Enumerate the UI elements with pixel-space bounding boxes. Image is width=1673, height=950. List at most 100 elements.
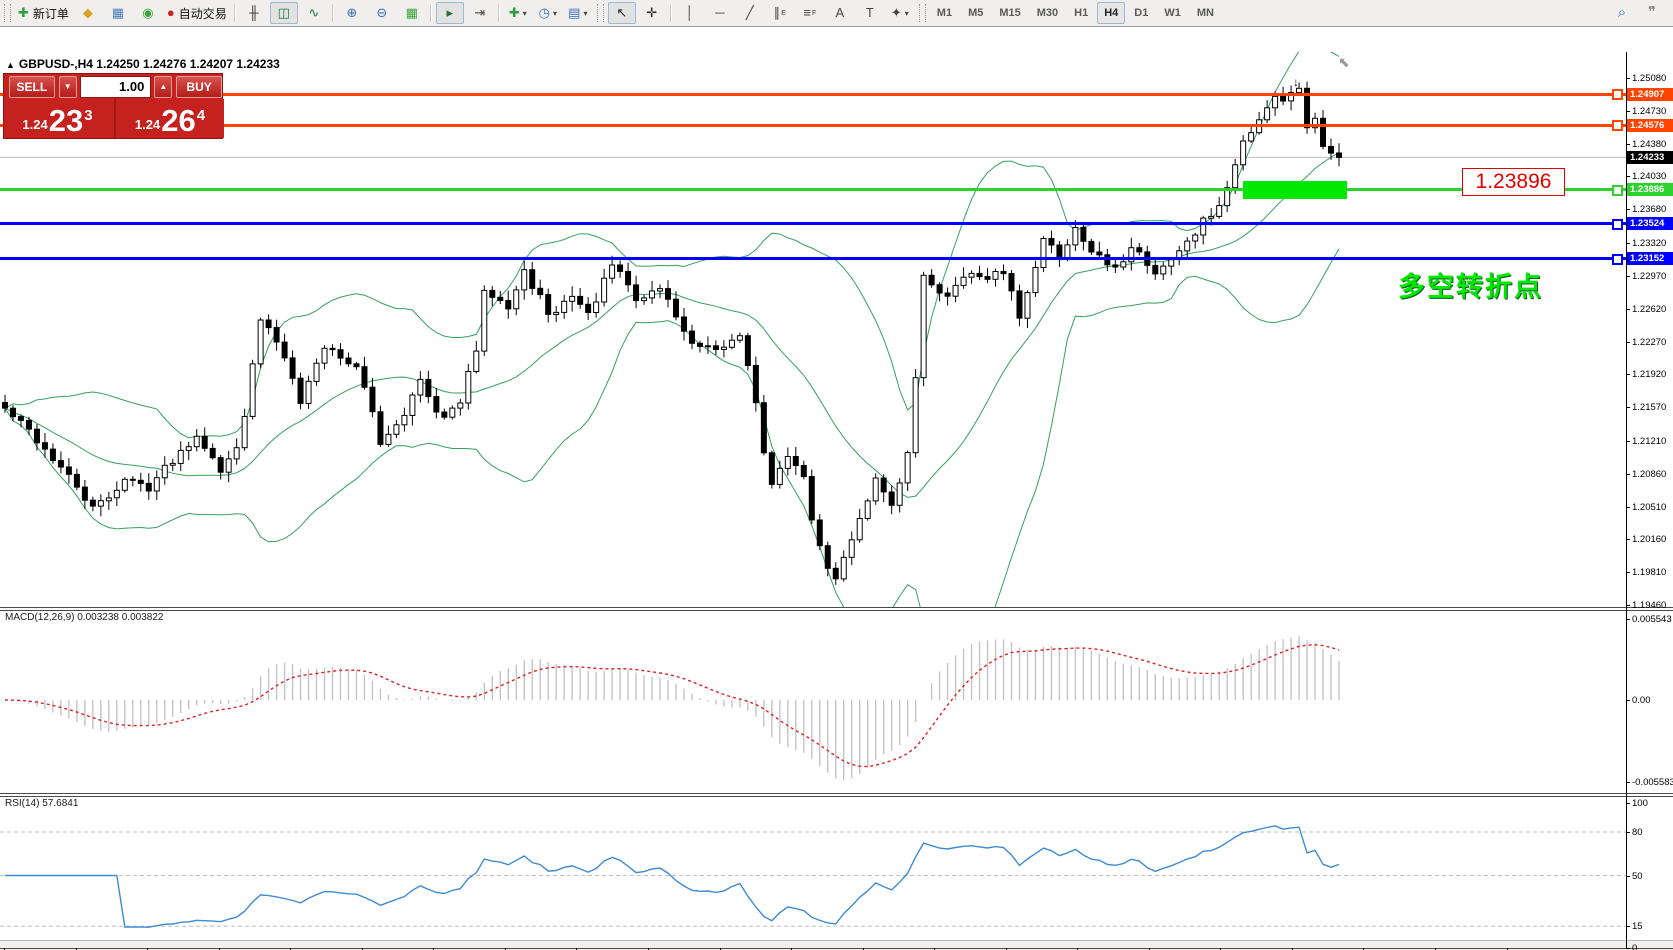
signals-button[interactable]: ◉ [134, 2, 162, 24]
sell-price-display[interactable]: 1.24 23 3 [4, 99, 111, 138]
level-drag-handle[interactable] [1612, 89, 1623, 100]
dropdown-arrow-icon[interactable]: ▾ [905, 9, 909, 18]
auto-scroll-button[interactable]: ▸ [436, 2, 464, 24]
sell-button[interactable]: SELL [9, 76, 55, 98]
candle-body [721, 347, 726, 349]
candle-body [666, 289, 671, 300]
objects-button[interactable]: ◆ [74, 2, 102, 24]
price-level-label: 1.23524 [1627, 217, 1673, 230]
timeframe-button-m30[interactable]: M30 [1030, 2, 1065, 24]
volume-input[interactable]: 1.00 [80, 76, 152, 98]
timeframe-button-d1[interactable]: D1 [1127, 2, 1155, 24]
candle-body [346, 358, 351, 364]
horizontal-line-object[interactable] [0, 188, 1626, 191]
pane-separator[interactable] [0, 607, 1673, 608]
highlight-rectangle[interactable] [1243, 181, 1347, 199]
rsi-indicator-label: RSI(14) 57.6841 [5, 798, 78, 809]
zoom-out-icon: ⊖ [376, 4, 387, 22]
candle-body [210, 448, 215, 457]
dropdown-arrow-icon[interactable]: ▾ [553, 9, 557, 18]
arrows-button[interactable]: ✦▾ [886, 2, 914, 24]
turning-point-label[interactable]: 多空转折点 [1398, 265, 1543, 304]
chart-shift-button[interactable]: ⇥ [466, 2, 494, 24]
crosshair-button[interactable]: ✛ [638, 2, 666, 24]
sell-arrow-marker[interactable]: ↓ [1293, 75, 1299, 89]
price-note-annotation[interactable]: 1.23896 [1462, 168, 1565, 196]
timeframe-button-h1[interactable]: H1 [1067, 2, 1095, 24]
buy-price-display[interactable]: 1.24 26 4 [114, 99, 224, 138]
candle-body [338, 350, 343, 358]
search-button[interactable]: ⌕ [1608, 2, 1636, 24]
price-tick-label: 1.20160 [1632, 534, 1666, 545]
toolbar-grip[interactable] [597, 4, 604, 22]
buy-price-small: 1.24 [135, 117, 160, 132]
zoom-out-button[interactable]: ⊖ [368, 2, 396, 24]
new-order-button[interactable]: ✚新订单 [15, 2, 72, 24]
volume-increase-button[interactable]: ▲ [154, 76, 172, 98]
level-drag-handle[interactable] [1612, 254, 1623, 265]
candle-body [618, 265, 623, 271]
horizontal-line-object[interactable] [0, 93, 1626, 96]
mt4-window: ✚新订单◆▦◉●自动交易╫◫∿⊕⊖▦▸⇥✚▾◷▾▤▾↖✛│─╱∥E≡FAT✦▾M… [0, 0, 1673, 950]
clock-icon: ◷ [539, 4, 550, 22]
rsi-pane[interactable] [0, 797, 1626, 948]
candle-body [570, 296, 575, 301]
horizontal-line-object[interactable] [0, 257, 1626, 260]
level-drag-handle[interactable] [1612, 219, 1623, 230]
templates-button[interactable]: ▤▾ [564, 2, 592, 24]
level-drag-handle[interactable] [1612, 185, 1623, 196]
trendline-button[interactable]: ╱ [736, 2, 764, 24]
candle-body [1337, 153, 1342, 157]
candlestick-chart[interactable] [0, 52, 1626, 608]
pane-separator [0, 610, 1673, 611]
candle-body [3, 403, 8, 409]
candlestick-icon: ◫ [278, 4, 290, 22]
autotrading-button[interactable]: ●自动交易 [164, 2, 230, 24]
timeframe-button-m5[interactable]: M5 [961, 2, 990, 24]
horizontal-line-object[interactable] [0, 222, 1626, 225]
candle-body [498, 297, 503, 300]
horizontal-line-button[interactable]: ─ [706, 2, 734, 24]
chart-window[interactable]: ▲GBPUSD-,H4 1.24250 1.24276 1.24207 1.24… [0, 26, 1673, 941]
pane-separator[interactable] [0, 793, 1673, 794]
buy-button[interactable]: BUY [176, 76, 222, 98]
price-tick [1626, 474, 1630, 475]
zoom-in-button[interactable]: ⊕ [338, 2, 366, 24]
volume-decrease-button[interactable]: ▼ [59, 76, 77, 98]
community-chat-button[interactable]: ❞ [1638, 2, 1666, 24]
periods-button[interactable]: ◷▾ [534, 2, 562, 24]
tile-windows-button[interactable]: ▦ [398, 2, 426, 24]
text-button[interactable]: A [826, 2, 854, 24]
cursor-button[interactable]: ↖ [608, 2, 636, 24]
candle-body [290, 358, 295, 378]
collapse-panel-icon[interactable]: ▲ [6, 60, 15, 70]
toolbar-grip[interactable] [919, 4, 926, 22]
candlestick-chart-button[interactable]: ◫ [270, 2, 298, 24]
sell-price-big: 23 [49, 106, 83, 136]
vertical-line-button[interactable]: │ [676, 2, 704, 24]
crosshair-icon: ✛ [646, 4, 657, 22]
toolbar-grip[interactable] [4, 4, 11, 22]
timeframe-button-mn[interactable]: MN [1190, 2, 1221, 24]
text-label-button[interactable]: T [856, 2, 884, 24]
dropdown-arrow-icon[interactable]: ▾ [523, 9, 527, 18]
timeframe-button-m15[interactable]: M15 [992, 2, 1027, 24]
timeframe-button-h4[interactable]: H4 [1097, 2, 1125, 24]
bar-chart-button[interactable]: ╫ [240, 2, 268, 24]
timeframe-button-w1[interactable]: W1 [1157, 2, 1188, 24]
horizontal-line-object[interactable] [0, 124, 1626, 127]
channel-button[interactable]: ∥E [766, 2, 794, 24]
price-tick [1626, 243, 1630, 244]
price-tick-label: 1.22620 [1632, 304, 1666, 315]
macd-pane[interactable] [0, 611, 1626, 793]
chart-title[interactable]: ▲GBPUSD-,H4 1.24250 1.24276 1.24207 1.24… [6, 57, 280, 71]
candle-body [1073, 228, 1078, 245]
dropdown-arrow-icon[interactable]: ▾ [583, 9, 587, 18]
chart-window-button[interactable]: ▦ [104, 2, 132, 24]
indicators-button[interactable]: ✚▾ [504, 2, 532, 24]
timeframe-button-m1[interactable]: M1 [930, 2, 959, 24]
fibonacci-button[interactable]: ≡F [796, 2, 824, 24]
level-drag-handle[interactable] [1612, 120, 1623, 131]
candle-body [889, 492, 894, 505]
line-chart-button[interactable]: ∿ [300, 2, 328, 24]
